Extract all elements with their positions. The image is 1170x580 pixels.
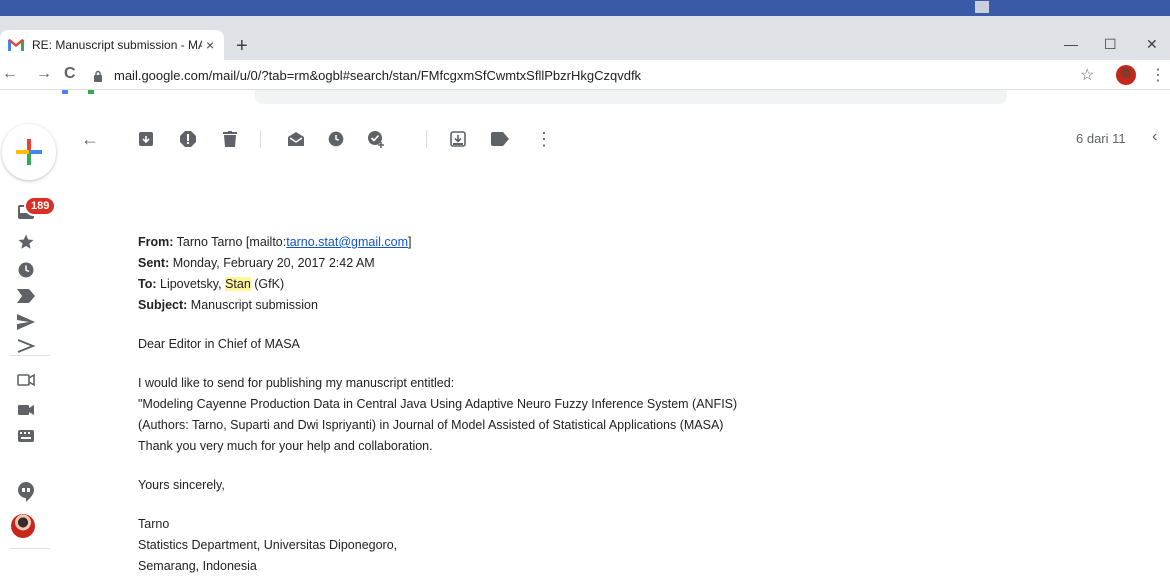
subject-label: Subject: xyxy=(138,298,188,312)
back-button[interactable]: ← xyxy=(2,65,18,83)
rail-divider xyxy=(10,355,50,356)
subject-value: Manuscript submission xyxy=(190,298,318,312)
tab-title: RE: Manuscript submission - MA xyxy=(32,38,202,52)
toolbar-separator xyxy=(426,130,427,148)
window-minimize-button[interactable]: — xyxy=(1064,36,1078,52)
snooze-icon[interactable] xyxy=(326,129,346,149)
tab-close-icon[interactable]: × xyxy=(206,37,214,53)
header-sent-line: Sent: Monday, February 20, 2017 2:42 AM xyxy=(138,253,1118,274)
greeting-text: Dear Editor in Chief of MASA xyxy=(138,337,300,351)
os-taskbar xyxy=(0,0,1170,16)
archive-icon[interactable] xyxy=(136,129,156,149)
pagination-count: 6 dari 11 xyxy=(1076,131,1126,146)
forward-button[interactable]: → xyxy=(36,65,52,83)
message-toolbar: ← ⋮ 6 dari 11 ‹ xyxy=(78,124,1170,154)
meet-new-meeting-icon[interactable] xyxy=(16,370,36,390)
from-label: From: xyxy=(138,235,174,249)
body-line: "Modeling Cayenne Production Data in Cen… xyxy=(138,397,738,411)
to-value: Lipovetsky, xyxy=(160,277,226,291)
user-avatar[interactable] xyxy=(11,514,35,538)
toolbar-separator xyxy=(260,130,261,148)
starred-icon[interactable] xyxy=(16,232,36,252)
header-from-line: From: Tarno Tarno [mailto:tarno.stat@gma… xyxy=(138,232,1118,253)
window-close-button[interactable]: ✕ xyxy=(1146,36,1158,53)
search-highlight: Stan xyxy=(225,277,251,291)
taskbar-thumbnail xyxy=(975,1,989,13)
meet-join-icon[interactable] xyxy=(16,400,36,420)
from-value: Tarno Tarno [mailto: xyxy=(176,235,287,249)
closing-text: Yours sincerely, xyxy=(138,478,225,492)
snoozed-icon[interactable] xyxy=(16,260,36,280)
to-value-end: (GfK) xyxy=(250,277,285,291)
reload-button[interactable]: C xyxy=(64,65,76,83)
sent-value: Monday, February 20, 2017 2:42 AM xyxy=(172,256,375,270)
report-spam-icon[interactable] xyxy=(178,129,198,149)
to-label: To: xyxy=(138,277,157,291)
browser-menu-icon[interactable]: ⋮ xyxy=(1150,65,1166,85)
browser-profile-avatar[interactable] xyxy=(1116,65,1136,85)
signature-line: Statistics Department, Universitas Dipon… xyxy=(138,538,398,552)
browser-address-row: ← → C mail.google.com/mail/u/0/?tab=rm&o… xyxy=(0,60,1170,90)
move-to-icon[interactable] xyxy=(448,129,468,149)
address-bar[interactable]: mail.google.com/mail/u/0/?tab=rm&ogbl#se… xyxy=(92,63,1072,87)
window-maximize-button[interactable]: ☐ xyxy=(1104,36,1117,53)
body-line: Thank you very much for your help and co… xyxy=(138,439,433,453)
more-actions-icon[interactable]: ⋮ xyxy=(534,129,554,149)
lock-icon xyxy=(92,69,104,82)
mail-search-bar[interactable] xyxy=(255,90,1007,104)
delete-icon[interactable] xyxy=(220,129,240,149)
back-to-list-icon[interactable]: ← xyxy=(80,129,100,149)
label-icon[interactable] xyxy=(490,129,510,149)
inbox-unread-badge: 189 xyxy=(24,196,57,216)
body-line: I would like to send for publishing my m… xyxy=(138,376,455,390)
rail-bottom-divider xyxy=(10,548,50,554)
signature-line: Semarang, Indonesia xyxy=(138,559,257,573)
new-tab-button[interactable]: + xyxy=(236,36,248,56)
signature-name: Tarno xyxy=(138,517,170,531)
header-subject-line: Subject: Manuscript submission xyxy=(138,295,1118,316)
hangouts-icon[interactable] xyxy=(16,482,36,502)
sent-icon[interactable] xyxy=(16,312,36,332)
from-email-link[interactable]: tarno.stat@gmail.com xyxy=(286,235,408,249)
browser-tab-bar: RE: Manuscript submission - MA × + — ☐ ✕ xyxy=(0,16,1170,60)
drafts-chevron-icon[interactable] xyxy=(16,336,36,356)
compose-plus-icon xyxy=(16,139,42,165)
browser-tab-gmail[interactable]: RE: Manuscript submission - MA × xyxy=(0,30,224,60)
sent-label: Sent: xyxy=(138,256,170,270)
important-icon[interactable] xyxy=(16,286,36,306)
compose-button[interactable] xyxy=(2,124,56,180)
gmail-favicon-icon xyxy=(8,39,24,51)
body-line: (Authors: Tarno, Suparti and Dwi Ispriya… xyxy=(138,418,724,432)
mark-unread-icon[interactable] xyxy=(286,129,306,149)
bookmark-star-icon[interactable]: ☆ xyxy=(1080,65,1094,85)
email-body: From: Tarno Tarno [mailto:tarno.stat@gma… xyxy=(138,232,1118,577)
header-to-line: To: Lipovetsky, Stan (GfK) xyxy=(138,274,1118,295)
url-text: mail.google.com/mail/u/0/?tab=rm&ogbl#se… xyxy=(114,67,642,83)
from-value-end: ] xyxy=(407,235,412,249)
add-to-tasks-icon[interactable] xyxy=(366,129,386,149)
newer-chevron-icon[interactable]: ‹ xyxy=(1152,128,1157,146)
keyboard-icon[interactable] xyxy=(16,426,36,446)
gmail-logo-fragment xyxy=(62,90,94,94)
